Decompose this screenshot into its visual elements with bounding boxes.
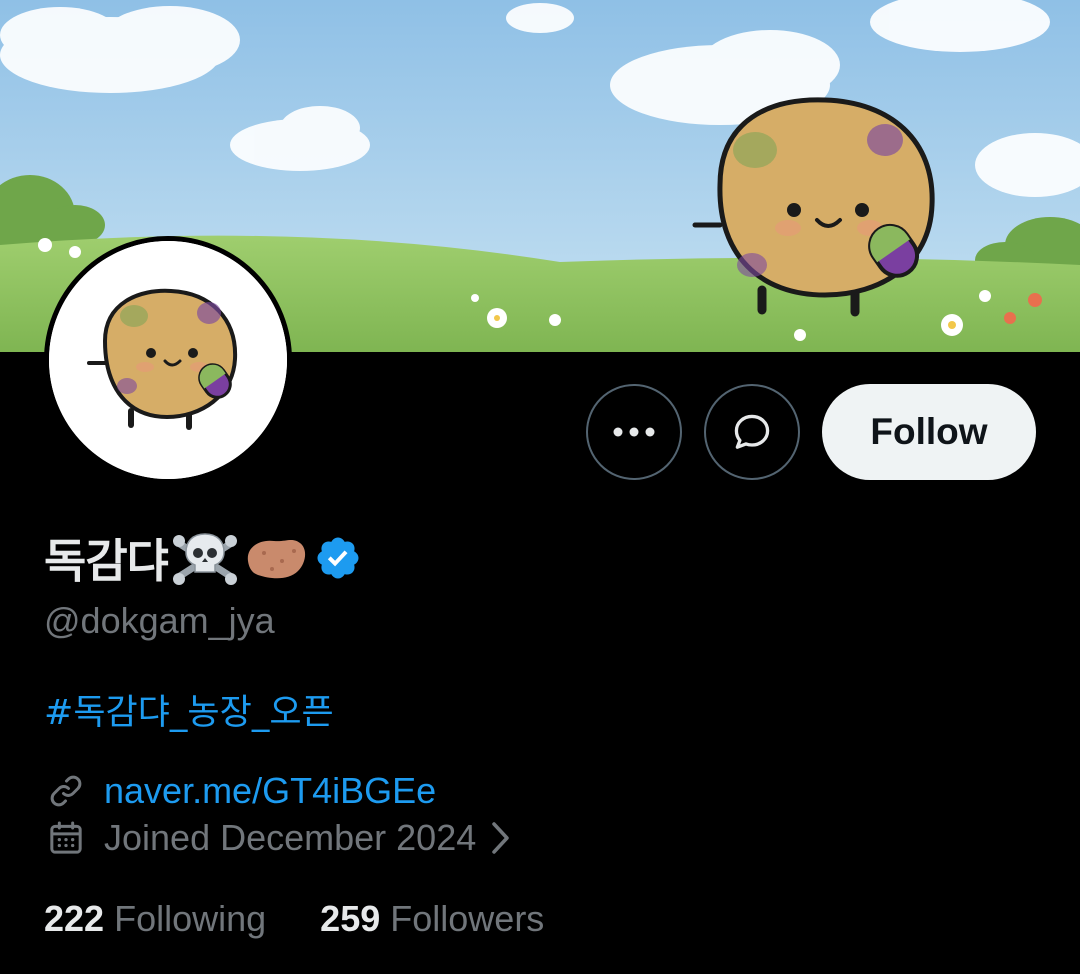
display-name: 독감댜 (44, 534, 169, 588)
display-name-row: 독감댜 (44, 526, 362, 590)
following-label: Following (114, 898, 267, 939)
follow-stats: 222 Following 259 Followers (44, 898, 598, 940)
chevron-right-icon (490, 820, 512, 856)
verified-badge-icon[interactable] (314, 534, 362, 582)
more-dots-icon (613, 427, 655, 437)
calendar-icon (44, 816, 88, 860)
joined-date-row[interactable]: Joined December 2024 (44, 815, 512, 861)
bio-hashtag-link[interactable]: #독감댜_농장_오픈 (44, 684, 334, 735)
followers-stat[interactable]: 259 Followers (320, 898, 544, 940)
follow-button[interactable]: Follow (822, 384, 1036, 480)
skull-crossbones-emoji (172, 526, 238, 590)
user-handle: @dokgam_jya (44, 600, 275, 641)
joined-date: Joined December 2024 (104, 817, 477, 858)
message-bubble-icon (734, 414, 770, 449)
message-button[interactable] (704, 384, 800, 480)
following-count: 222 (44, 898, 105, 939)
profile-website-link[interactable]: naver.me/GT4iBGEe (104, 770, 436, 812)
profile-link-row: naver.me/GT4iBGEe (44, 768, 436, 814)
more-button[interactable] (586, 384, 682, 480)
link-icon (44, 769, 88, 813)
followers-label: Followers (390, 898, 545, 939)
potato-emoji (242, 533, 310, 583)
followers-count: 259 (320, 898, 381, 939)
following-stat[interactable]: 222 Following (44, 898, 266, 940)
profile-avatar[interactable] (44, 236, 292, 484)
